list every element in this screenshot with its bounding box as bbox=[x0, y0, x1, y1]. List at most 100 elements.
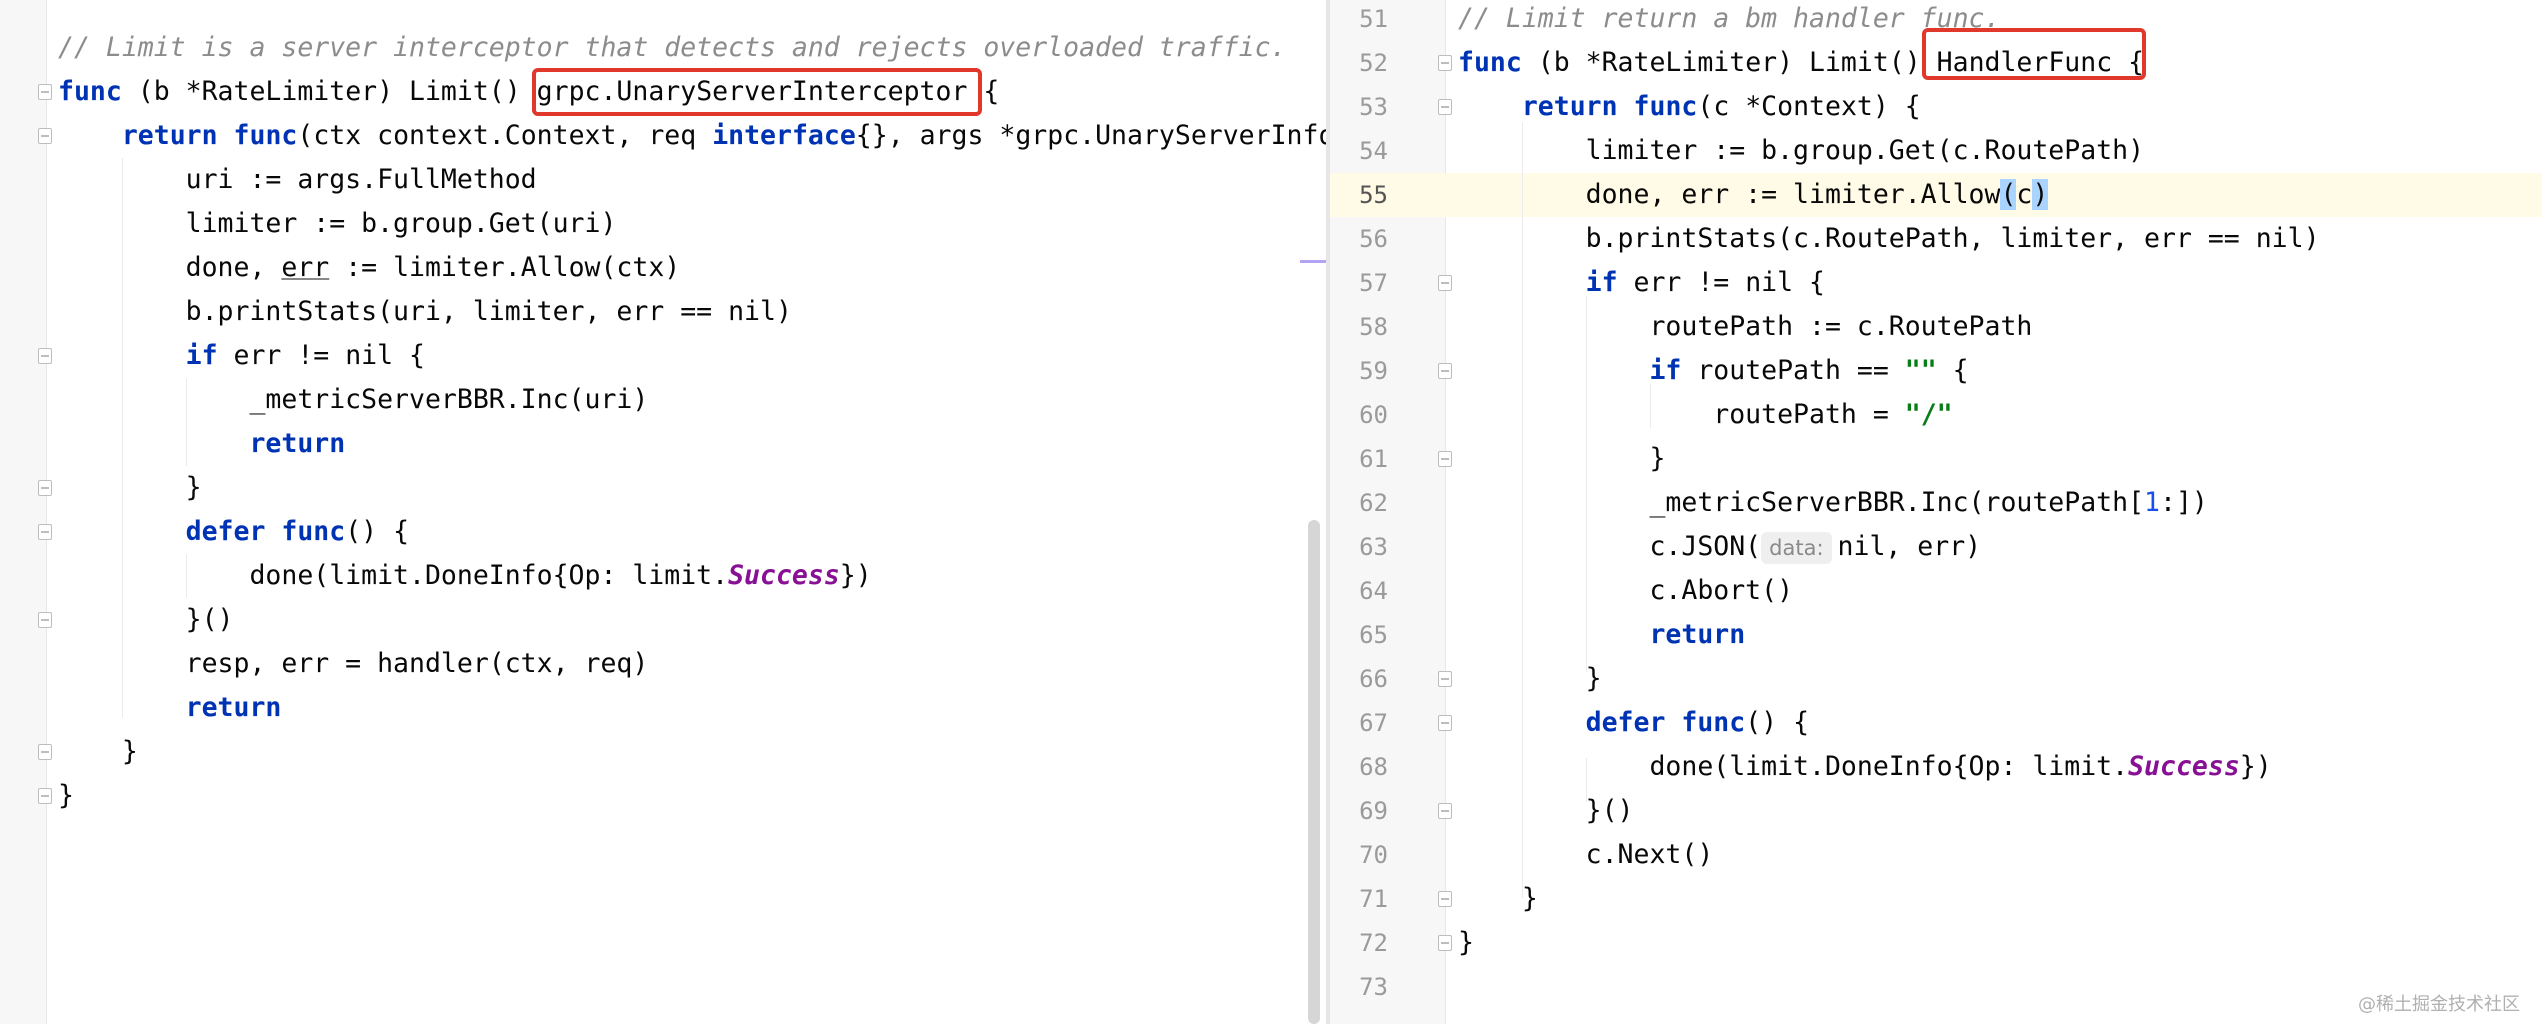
code-line[interactable]: } bbox=[0, 730, 1326, 774]
fold-icon[interactable] bbox=[1438, 935, 1452, 951]
code-line[interactable]: return bbox=[0, 686, 1326, 730]
code-text: if err != nil { bbox=[58, 334, 425, 378]
code-token: "/" bbox=[1904, 399, 1953, 430]
line-number: 72 bbox=[1359, 929, 1388, 957]
code-line[interactable]: 67 defer func() { bbox=[1330, 701, 2542, 745]
code-line[interactable]: 68 done(limit.DoneInfo{Op: limit.Success… bbox=[1330, 745, 2542, 789]
code-token: "" bbox=[1904, 355, 1937, 386]
code-line[interactable]: limiter := b.group.Get(uri) bbox=[0, 202, 1326, 246]
code-token: done(limit.DoneInfo{Op: limit. bbox=[1458, 751, 2129, 782]
code-line[interactable]: if err != nil { bbox=[0, 334, 1326, 378]
code-line[interactable]: return func(ctx context.Context, req int… bbox=[0, 114, 1326, 158]
fold-icon[interactable] bbox=[38, 612, 52, 628]
code-line[interactable]: // Limit is a server interceptor that de… bbox=[0, 26, 1326, 70]
code-line[interactable]: 54 limiter := b.group.Get(c.RoutePath) bbox=[1330, 129, 2542, 173]
fold-icon[interactable] bbox=[1438, 803, 1452, 819]
code-token: limiter := b.group.Get(c.RoutePath) bbox=[1458, 135, 2145, 166]
code-token: _metricServerBBR.Inc(uri) bbox=[58, 384, 649, 415]
fold-icon[interactable] bbox=[38, 84, 52, 100]
code-text: routePath := c.RoutePath bbox=[1458, 305, 2032, 349]
code-text: done, err := limiter.Allow(ctx) bbox=[58, 246, 681, 290]
code-line[interactable]: done(limit.DoneInfo{Op: limit.Success}) bbox=[0, 554, 1326, 598]
code-token: c.JSON( bbox=[1458, 531, 1762, 562]
code-line[interactable]: 56 b.printStats(c.RoutePath, limiter, er… bbox=[1330, 217, 2542, 261]
code-line[interactable]: 57 if err != nil { bbox=[1330, 261, 2542, 305]
code-text: } bbox=[1458, 877, 1538, 921]
vertical-scrollbar[interactable] bbox=[1308, 520, 1320, 1024]
highlight-box-return-type bbox=[532, 68, 982, 116]
fold-icon[interactable] bbox=[38, 348, 52, 364]
code-text: _metricServerBBR.Inc(routePath[1:]) bbox=[1458, 481, 2207, 525]
code-line[interactable]: resp, err = handler(ctx, req) bbox=[0, 642, 1326, 686]
code-line[interactable]: 71 } bbox=[1330, 877, 2542, 921]
code-token: } bbox=[58, 736, 138, 767]
fold-icon[interactable] bbox=[1438, 99, 1452, 115]
fold-icon[interactable] bbox=[1438, 891, 1452, 907]
code-line[interactable]: _metricServerBBR.Inc(uri) bbox=[0, 378, 1326, 422]
code-line[interactable]: 69 }() bbox=[1330, 789, 2542, 833]
code-token: () { bbox=[345, 516, 410, 547]
code-line[interactable]: 53 return func(c *Context) { bbox=[1330, 85, 2542, 129]
line-number: 53 bbox=[1359, 93, 1388, 121]
indent-guide bbox=[122, 158, 123, 718]
code-line[interactable]: 55 done, err := limiter.Allow(c) bbox=[1330, 173, 2542, 217]
code-token: return bbox=[1649, 619, 1746, 650]
code-line[interactable]: 72} bbox=[1330, 921, 2542, 965]
indent-guide bbox=[186, 554, 187, 598]
code-token: }() bbox=[1458, 795, 1634, 826]
code-text: if err != nil { bbox=[1458, 261, 1825, 305]
fold-icon[interactable] bbox=[1438, 671, 1452, 687]
code-line[interactable]: 59 if routePath == "" { bbox=[1330, 349, 2542, 393]
fold-icon[interactable] bbox=[38, 788, 52, 804]
code-line[interactable]: defer func() { bbox=[0, 510, 1326, 554]
fold-icon[interactable] bbox=[38, 128, 52, 144]
code-line[interactable]: b.printStats(uri, limiter, err == nil) bbox=[0, 290, 1326, 334]
fold-icon[interactable] bbox=[38, 480, 52, 496]
code-line[interactable]: 58 routePath := c.RoutePath bbox=[1330, 305, 2542, 349]
code-token: } bbox=[58, 780, 74, 811]
fold-icon[interactable] bbox=[1438, 55, 1452, 71]
fold-icon[interactable] bbox=[1438, 715, 1452, 731]
line-number: 62 bbox=[1359, 489, 1388, 517]
code-token: return bbox=[121, 120, 218, 151]
code-token: b.printStats(c.RoutePath, limiter, err =… bbox=[1458, 223, 2320, 254]
code-line[interactable]: 64 c.Abort() bbox=[1330, 569, 2542, 613]
code-line[interactable]: done, err := limiter.Allow(ctx) bbox=[0, 246, 1326, 290]
code-token: } bbox=[1458, 927, 1474, 958]
code-token: if bbox=[1585, 267, 1618, 298]
fold-icon[interactable] bbox=[38, 744, 52, 760]
line-number: 67 bbox=[1359, 709, 1388, 737]
code-token: {}, args *grpc.UnaryServerInfo bbox=[855, 120, 1326, 151]
line-number: 61 bbox=[1359, 445, 1388, 473]
code-text: return bbox=[1458, 613, 1745, 657]
code-token: () { bbox=[1745, 707, 1810, 738]
code-token: Success bbox=[2128, 751, 2240, 782]
code-line[interactable]: } bbox=[0, 466, 1326, 510]
code-line[interactable]: 62 _metricServerBBR.Inc(routePath[1:]) bbox=[1330, 481, 2542, 525]
indent-guide bbox=[1650, 384, 1651, 428]
code-line[interactable]: 66 } bbox=[1330, 657, 2542, 701]
code-line[interactable]: } bbox=[0, 774, 1326, 818]
line-number: 69 bbox=[1359, 797, 1388, 825]
code-line[interactable]: 61 } bbox=[1330, 437, 2542, 481]
fold-icon[interactable] bbox=[1438, 275, 1452, 291]
code-line[interactable]: 65 return bbox=[1330, 613, 2542, 657]
code-text: return bbox=[58, 422, 345, 466]
code-line[interactable]: 70 c.Next() bbox=[1330, 833, 2542, 877]
code-line[interactable]: uri := args.FullMethod bbox=[0, 158, 1326, 202]
left-editor-pane[interactable]: // Limit is a server interceptor that de… bbox=[0, 0, 1326, 1024]
code-line[interactable]: }() bbox=[0, 598, 1326, 642]
fold-icon[interactable] bbox=[1438, 363, 1452, 379]
right-editor-pane[interactable]: 51 // Limit return a bm handler func. 52 fu… bbox=[1330, 0, 2542, 1024]
code-line[interactable]: return bbox=[0, 422, 1326, 466]
fold-icon[interactable] bbox=[38, 524, 52, 540]
line-number: 65 bbox=[1359, 621, 1388, 649]
fold-icon[interactable] bbox=[1438, 451, 1452, 467]
code-token: routePath = bbox=[1458, 399, 1905, 430]
code-token: func bbox=[1458, 47, 1522, 78]
code-line[interactable]: 60 routePath = "/" bbox=[1330, 393, 2542, 437]
code-line[interactable]: 63 c.JSON(data: nil, err) bbox=[1330, 525, 2542, 569]
